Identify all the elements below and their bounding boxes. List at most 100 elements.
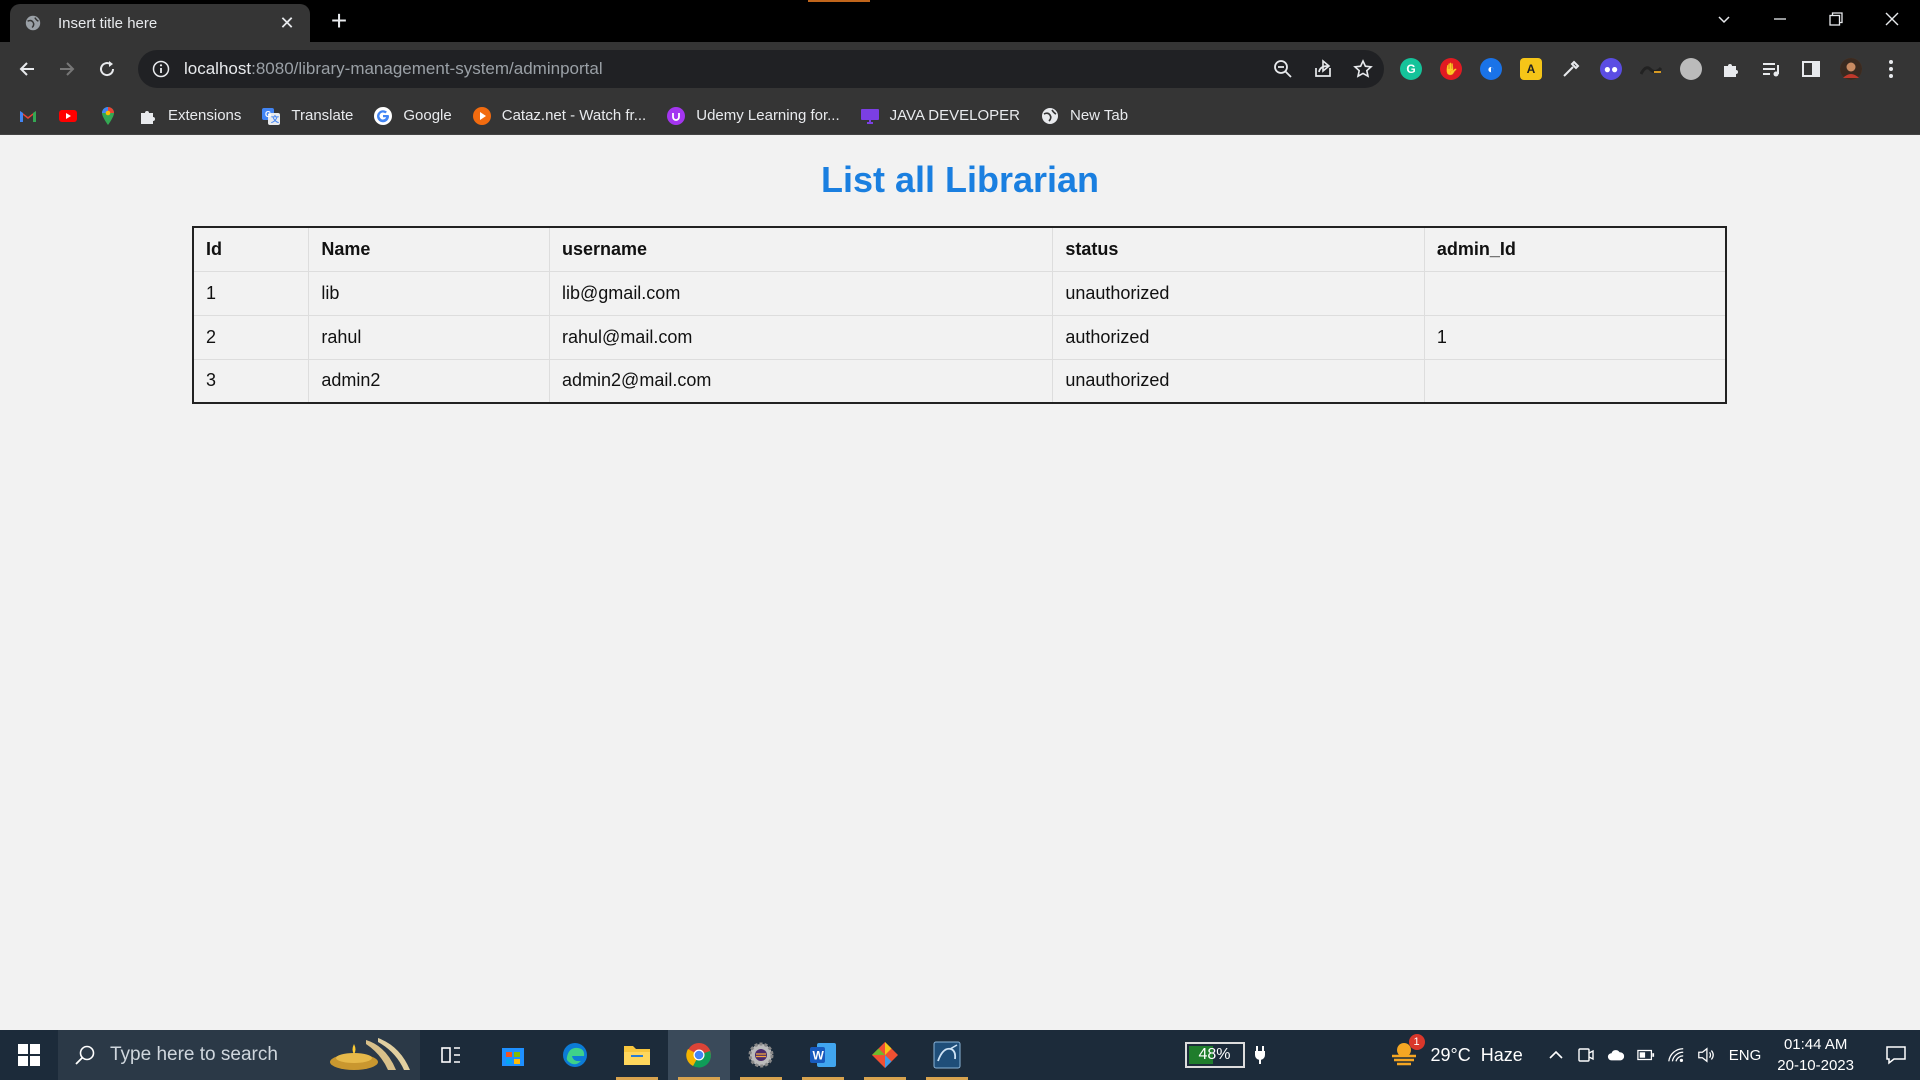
browser-tab[interactable]: Insert title here ✕ [10,4,310,42]
reload-icon [100,61,115,77]
zoom-icon[interactable] [1272,58,1294,80]
side-panel-icon[interactable] [1800,58,1822,80]
system-tray: 48% 1 29°C Haze ENG 01:44 AM 20-10-2023 [1184,1030,1920,1080]
minimize-button[interactable] [1752,0,1808,38]
restore-button[interactable] [1808,0,1864,38]
bookmark-maps[interactable] [98,106,118,126]
weather-badge: 1 [1408,1033,1425,1050]
table-row: 2 rahul rahul@mail.com authorized 1 [192,314,1727,360]
bookmarks-bar: Extensions G文 Translate Google Cataz.net… [0,97,1920,135]
taskbar-word[interactable]: W [792,1030,854,1080]
tab-search-button[interactable] [1696,0,1752,38]
windows-taskbar: Type here to search W 48% 1 29°C Haze EN… [0,1030,1920,1080]
bookmark-gmail[interactable] [18,106,38,126]
search-placeholder: Type here to search [110,1044,278,1065]
word-icon: W [810,1043,836,1067]
tray-icons [1547,1046,1715,1064]
grammarly-icon[interactable]: G [1400,58,1422,80]
close-window-button[interactable] [1864,0,1920,38]
taskbar-microsoft-store[interactable] [482,1030,544,1080]
onedrive-button[interactable] [1607,1046,1625,1064]
reload-button[interactable] [92,54,122,84]
ghost-extension-icon[interactable]: ●● [1600,58,1622,80]
wave-extension-icon[interactable] [1640,58,1662,80]
back-button[interactable] [12,54,42,84]
weather-widget[interactable]: 1 29°C Haze [1389,1033,1523,1071]
vpn-globe-icon[interactable]: ◐ [1480,58,1502,80]
taskbar-mysql[interactable] [916,1030,978,1080]
cell-name: rahul [308,314,551,360]
info-icon[interactable] [152,60,170,78]
meet-now-button[interactable] [1577,1046,1595,1064]
bookmark-udemy[interactable]: Udemy Learning for... [666,106,840,126]
cell-username: lib@gmail.com [549,270,1054,316]
show-hidden-icons-button[interactable] [1547,1046,1565,1064]
color-picker-icon[interactable] [1560,58,1582,80]
adblock-icon[interactable]: ✋ [1440,58,1462,80]
table-header-row: Id Name username status admin_Id [192,226,1727,272]
more-menu-icon[interactable] [1880,58,1902,80]
restore-icon [1829,12,1843,26]
column-header-name: Name [308,226,551,272]
cell-username: admin2@mail.com [549,358,1054,404]
taskbar-clock[interactable]: 01:44 AM 20-10-2023 [1777,1034,1854,1076]
notifications-button[interactable] [1872,1030,1920,1080]
udemy-icon [667,106,686,125]
task-view-icon [441,1047,460,1063]
table-row: 1 lib lib@gmail.com unauthorized [192,270,1727,316]
profile-avatar[interactable] [1840,58,1862,80]
browser-toolbar: localhost:8080/library-management-system… [0,42,1920,97]
cell-id: 2 [192,314,310,360]
task-view-button[interactable] [420,1030,482,1080]
edge-icon [563,1043,587,1067]
play-icon [472,106,491,125]
taskbar-chrome[interactable] [668,1030,730,1080]
bookmark-new-tab[interactable]: New Tab [1040,106,1128,126]
svg-text:W: W [813,1049,825,1063]
column-header-id: Id [192,226,310,272]
address-bar[interactable]: localhost:8080/library-management-system… [138,50,1384,88]
taskbar-eclipse[interactable] [730,1030,792,1080]
store-icon [502,1048,524,1066]
bookmark-youtube[interactable] [58,106,78,126]
forward-button[interactable] [52,54,82,84]
battery-tray-button[interactable] [1637,1046,1655,1064]
cell-username: rahul@mail.com [549,314,1054,360]
arrow-right-icon [60,62,75,76]
taskbar-edge[interactable] [544,1030,606,1080]
circle-extension-icon[interactable] [1680,58,1702,80]
volume-button[interactable] [1697,1046,1715,1064]
share-icon[interactable] [1312,58,1334,80]
close-icon [1885,12,1899,26]
bookmark-star-icon[interactable] [1352,58,1374,80]
battery-indicator[interactable]: 48% [1184,1042,1267,1068]
bookmark-extensions[interactable]: Extensions [138,106,241,126]
translate-a-icon[interactable]: A [1520,58,1542,80]
taskbar-file-explorer[interactable] [606,1030,668,1080]
new-tab-button[interactable]: + [324,7,354,37]
start-button[interactable] [0,1030,58,1080]
network-button[interactable] [1667,1046,1685,1064]
puzzle-icon[interactable] [1720,58,1742,80]
tab-close-icon[interactable]: ✕ [278,13,296,34]
camera-icon [1578,1048,1594,1062]
taskbar-search-box[interactable]: Type here to search [58,1030,420,1080]
gmail-icon [20,110,36,122]
google-icon [374,106,393,125]
speaker-icon [1697,1047,1714,1063]
bookmark-google[interactable]: Google [373,106,452,126]
wifi-icon [1667,1048,1684,1063]
bookmark-translate[interactable]: G文 Translate [261,106,353,126]
tab-strip: Insert title here ✕ + [0,0,1920,42]
svg-text:文: 文 [271,114,280,124]
column-header-username: username [549,226,1054,272]
bookmark-cataz[interactable]: Cataz.net - Watch fr... [472,106,646,126]
media-queue-icon[interactable] [1760,58,1782,80]
input-language[interactable]: ENG [1729,1047,1762,1064]
bookmark-java-developer[interactable]: JAVA DEVELOPER [860,106,1020,126]
librarian-table: Id Name username status admin_Id 1 lib l… [192,226,1727,404]
weather-text: 29°C Haze [1430,1044,1523,1065]
taskbar-git[interactable] [854,1030,916,1080]
clock-date: 20-10-2023 [1777,1057,1854,1074]
cell-admin-id [1423,270,1727,316]
